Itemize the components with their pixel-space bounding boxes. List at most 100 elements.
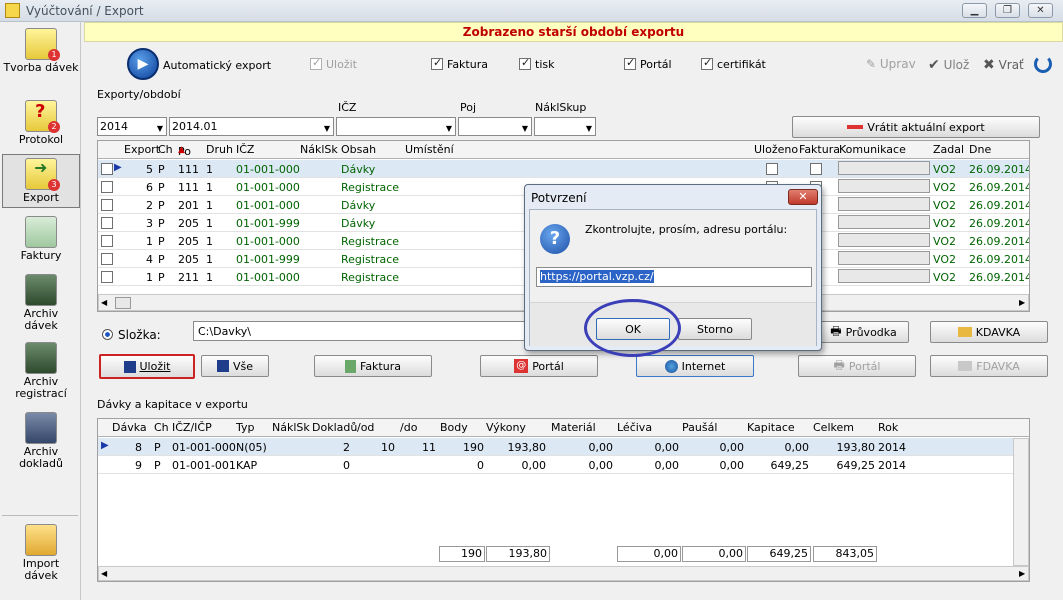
close-button[interactable]: ✕ xyxy=(1028,3,1053,18)
export-arrow-icon: ➜ 3 xyxy=(25,158,60,191)
minimize-button[interactable]: ▁ xyxy=(962,3,987,18)
faktura-checkbox[interactable] xyxy=(431,56,443,70)
sidebar-item-export[interactable]: ➜ 3 Export xyxy=(2,154,80,208)
faktura-row-checkbox[interactable] xyxy=(810,163,822,175)
refresh-icon[interactable] xyxy=(1034,55,1052,73)
sidebar-item-archiv-dokladu[interactable]: Archiv dokladů xyxy=(2,412,80,474)
folder-import-icon xyxy=(25,524,57,556)
printer-icon: 🖶 xyxy=(833,357,845,372)
globe-icon xyxy=(664,359,678,373)
invoice-button[interactable]: Faktura xyxy=(314,355,432,377)
batches-section-title: Dávky a kapitace v exportu xyxy=(97,398,248,411)
invoice-icon xyxy=(25,216,57,248)
total-body: 190 xyxy=(439,546,485,562)
cancel-button[interactable]: Storno xyxy=(678,318,752,340)
highlight-circle xyxy=(584,299,681,357)
komunikace-cell xyxy=(838,251,930,265)
portal-print-button[interactable]: 🖶 Portál xyxy=(798,355,916,377)
faktura-checkbox-label: Faktura xyxy=(447,58,488,71)
row-select-checkbox[interactable] xyxy=(101,217,113,229)
printer-icon: 🖶 xyxy=(830,323,842,338)
ulozit-checkbox[interactable] xyxy=(310,56,322,70)
batches-horizontal-scrollbar[interactable]: ◀ ▶ xyxy=(98,566,1029,581)
save-export-button[interactable]: Uložit xyxy=(99,354,195,379)
sidebar-item-protokol[interactable]: ? 2 Protokol xyxy=(2,100,80,148)
auto-export-label[interactable]: Automatický export xyxy=(163,59,271,72)
folder-icon xyxy=(958,361,973,371)
invoice-icon xyxy=(345,359,356,373)
icz-select[interactable] xyxy=(336,117,456,137)
folder-radio[interactable] xyxy=(102,329,113,340)
dialog-close-button[interactable]: ✕ xyxy=(788,189,818,205)
sidebar-divider xyxy=(2,515,78,516)
dialog-title: Potvrzení xyxy=(531,191,587,205)
kdavka-button[interactable]: KDAVKA xyxy=(930,321,1048,343)
poj-filter-label: Poj xyxy=(460,101,477,114)
archive-documents-icon xyxy=(25,412,57,444)
total-celkem: 843,05 xyxy=(813,546,877,562)
ulozeno-checkbox[interactable] xyxy=(766,163,778,175)
certifikat-checkbox-label: certifikát xyxy=(717,58,766,71)
period-warning-banner: Zobrazeno starší období exportu xyxy=(84,22,1063,42)
total-pausal: 0,00 xyxy=(682,546,746,562)
total-vykony: 193,80 xyxy=(486,546,550,562)
current-row-icon: ▶ xyxy=(101,440,109,451)
ulozit-checkbox-label: Uložit xyxy=(326,58,357,71)
vrat-button[interactable]: ✖ Vrať xyxy=(983,57,1024,73)
sidebar-item-faktury[interactable]: Faktury xyxy=(2,216,80,264)
uloz-button[interactable]: ✔ Ulož xyxy=(928,57,969,73)
batch-row[interactable]: ▶ 8 P 01-001-000 N(05) 2 10 11 190 193,80 0,00 0,00… xyxy=(98,438,1013,456)
portal-button[interactable]: @ Portál xyxy=(480,355,598,377)
sidebar-item-archiv-davek[interactable]: Archiv dávek xyxy=(2,274,80,334)
naklskup-select[interactable] xyxy=(534,117,596,137)
folder-path-input[interactable]: C:\Davky\ xyxy=(193,321,528,341)
fdavka-button[interactable]: FDAVKA xyxy=(930,355,1048,377)
row-select-checkbox[interactable] xyxy=(101,163,113,175)
poj-select[interactable] xyxy=(458,117,532,137)
batches-table[interactable]: Dávka Ch IČZ/IČP Typ NáklSk Dokladů /od … xyxy=(97,418,1030,582)
row-select-checkbox[interactable] xyxy=(101,235,113,247)
portal-url-field[interactable]: https://portal.vzp.cz/ xyxy=(536,267,812,287)
restore-button[interactable]: ❐ xyxy=(995,3,1020,18)
exports-section-title: Exporty/období xyxy=(97,88,181,101)
certifikat-checkbox[interactable] xyxy=(701,56,713,70)
floppy-icon xyxy=(216,360,229,372)
save-all-button[interactable]: Vše xyxy=(201,355,269,377)
at-sign-icon: @ xyxy=(514,359,529,373)
pruvodka-button[interactable]: 🖶 Průvodka xyxy=(818,321,909,343)
red-dash-icon xyxy=(847,125,864,129)
sidebar-item-archiv-registraci[interactable]: Archiv registrací xyxy=(2,342,80,404)
internet-button[interactable]: Internet xyxy=(636,355,754,377)
app-icon xyxy=(5,3,20,18)
folder-label: Složka: xyxy=(118,328,161,342)
current-row-icon: ▶ xyxy=(114,162,122,173)
row-select-checkbox[interactable] xyxy=(101,253,113,265)
row-select-checkbox[interactable] xyxy=(101,271,113,283)
portal-checkbox[interactable] xyxy=(624,56,636,70)
revert-current-export-button[interactable]: Vrátit aktuální export xyxy=(792,116,1040,138)
icz-filter-label: IČZ xyxy=(338,101,357,114)
komunikace-cell xyxy=(838,233,930,247)
year-select[interactable]: 2014 xyxy=(97,117,167,137)
batches-vertical-scrollbar[interactable] xyxy=(1013,438,1029,566)
sort-desc-icon: ▲ xyxy=(178,145,185,155)
folder-icon xyxy=(957,327,972,337)
row-select-checkbox[interactable] xyxy=(101,199,113,211)
sidebar-item-tvorba[interactable]: 1 Tvorba dávek xyxy=(2,28,80,90)
komunikace-cell xyxy=(838,161,930,175)
komunikace-cell xyxy=(838,215,930,229)
tisk-checkbox[interactable] xyxy=(519,56,531,70)
period-select[interactable]: 2014.01 xyxy=(169,117,334,137)
exports-table-header: Export Ch Po ▲ Druh IČZ NáklSk Obsah Umí… xyxy=(98,141,1029,159)
auto-export-play-icon[interactable]: ▶ xyxy=(127,48,159,80)
batch-row[interactable]: 9 P 01-001-001 KAP 0 0 0,00 0,00 0,00 0,00 649,25 6… xyxy=(98,456,1013,474)
uprav-button[interactable]: ✎ Uprav xyxy=(866,57,916,71)
window-title: Vyúčtování / Export xyxy=(26,4,144,18)
sidebar-item-import[interactable]: Import dávek xyxy=(2,524,80,584)
komunikace-cell xyxy=(838,179,930,193)
batches-totals-row: 190 193,80 0,00 0,00 649,25 843,05 xyxy=(98,546,1013,562)
row-select-checkbox[interactable] xyxy=(101,181,113,193)
pencil-icon: ✎ xyxy=(866,57,877,71)
total-kapitace: 649,25 xyxy=(747,546,811,562)
export-row[interactable]: ▶ 5 P 111 1 01-001-000 Dávky VO2 26.09.2014 xyxy=(98,160,1029,178)
